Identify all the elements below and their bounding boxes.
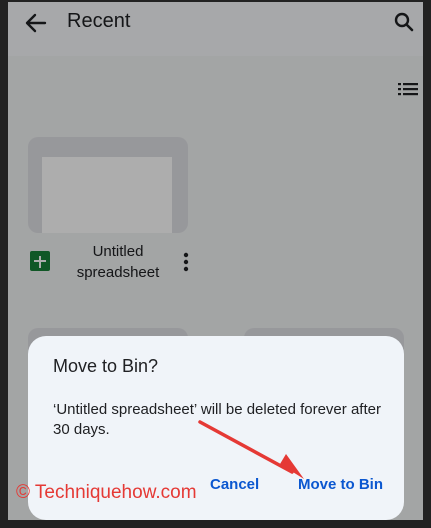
dialog-title: Move to Bin? — [53, 356, 159, 376]
annotation-arrow-icon — [198, 420, 304, 479]
app-screen: Recent Untitled spreadsheet Move to Bin?… — [8, 2, 423, 520]
screenshot-frame: Recent Untitled spreadsheet Move to Bin?… — [0, 0, 431, 528]
watermark: © Techniquehow.com — [16, 482, 197, 503]
